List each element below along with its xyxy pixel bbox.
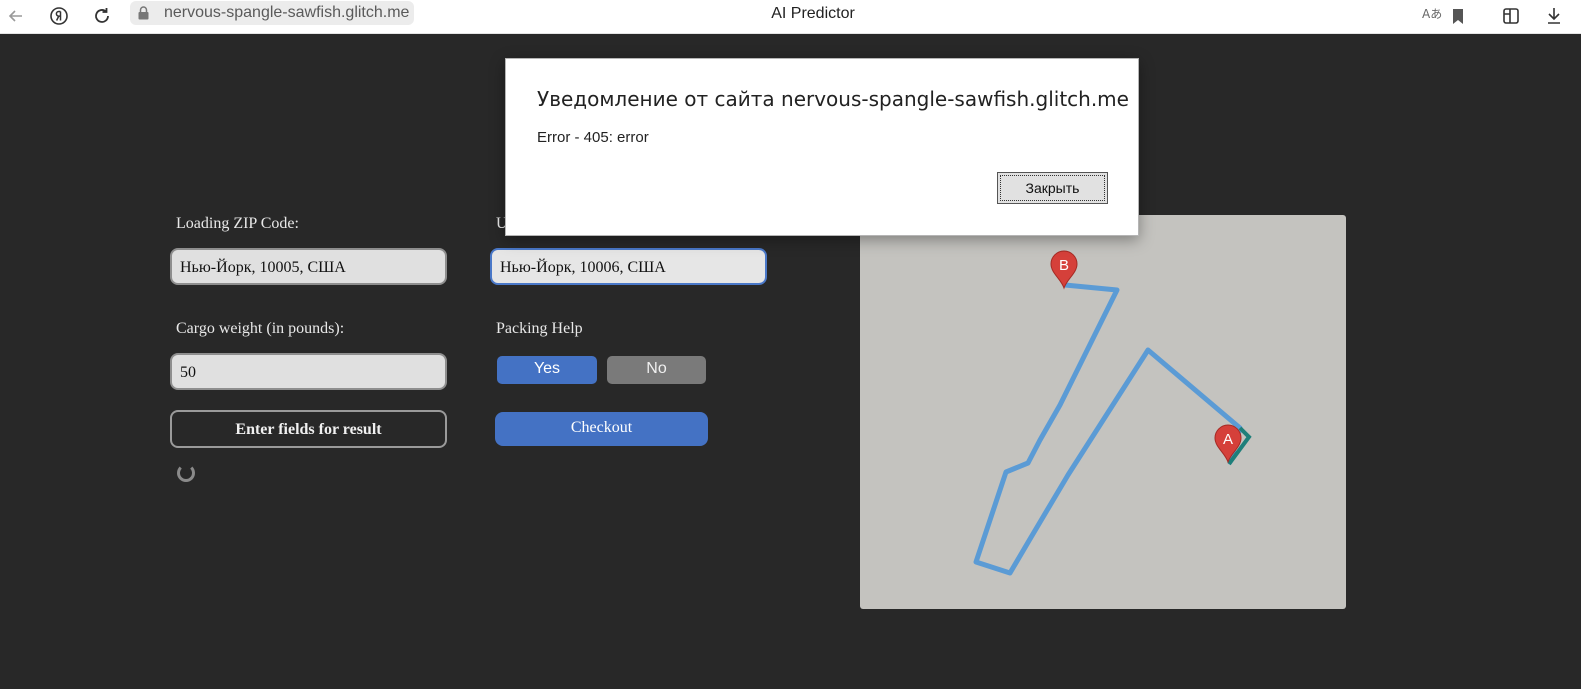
- packing-no-button[interactable]: No: [607, 356, 706, 384]
- route-line: [973, 282, 1243, 576]
- browser-toolbar: nervous-spangle-sawfish.glitch.me AI Pre…: [0, 0, 1581, 34]
- download-icon[interactable]: [1542, 4, 1566, 28]
- marker-b-label: B: [1059, 257, 1069, 274]
- unloading-zip-input[interactable]: Нью-Йорк, 10006, США: [490, 248, 767, 285]
- marker-a-icon[interactable]: A: [1214, 424, 1242, 464]
- tabs-icon[interactable]: [1499, 4, 1523, 28]
- route-map[interactable]: A B: [860, 215, 1346, 609]
- dialog-close-button[interactable]: Закрыть: [997, 172, 1108, 204]
- alert-dialog: Уведомление от сайта nervous-spangle-saw…: [505, 58, 1139, 236]
- page-title: AI Predictor: [771, 5, 855, 22]
- loading-zip-input[interactable]: Нью-Йорк, 10005, США: [170, 248, 447, 285]
- marker-a-label: A: [1223, 431, 1233, 448]
- marker-b-icon[interactable]: B: [1050, 250, 1078, 290]
- dialog-message: Error - 405: error: [537, 129, 649, 146]
- cargo-weight-label: Cargo weight (in pounds):: [176, 320, 345, 337]
- result-button[interactable]: Enter fields for result: [170, 410, 447, 448]
- packing-help-label: Packing Help: [496, 320, 583, 337]
- packing-yes-button[interactable]: Yes: [497, 356, 597, 384]
- loading-zip-label: Loading ZIP Code:: [176, 215, 299, 232]
- cargo-weight-input[interactable]: 50: [170, 353, 447, 390]
- translate-icon[interactable]: Aあ: [1422, 5, 1442, 22]
- loading-spinner-icon: [177, 464, 195, 482]
- bookmark-icon[interactable]: [1446, 4, 1470, 28]
- dialog-title: Уведомление от сайта nervous-spangle-saw…: [537, 87, 1129, 111]
- checkout-button[interactable]: Checkout: [495, 412, 708, 446]
